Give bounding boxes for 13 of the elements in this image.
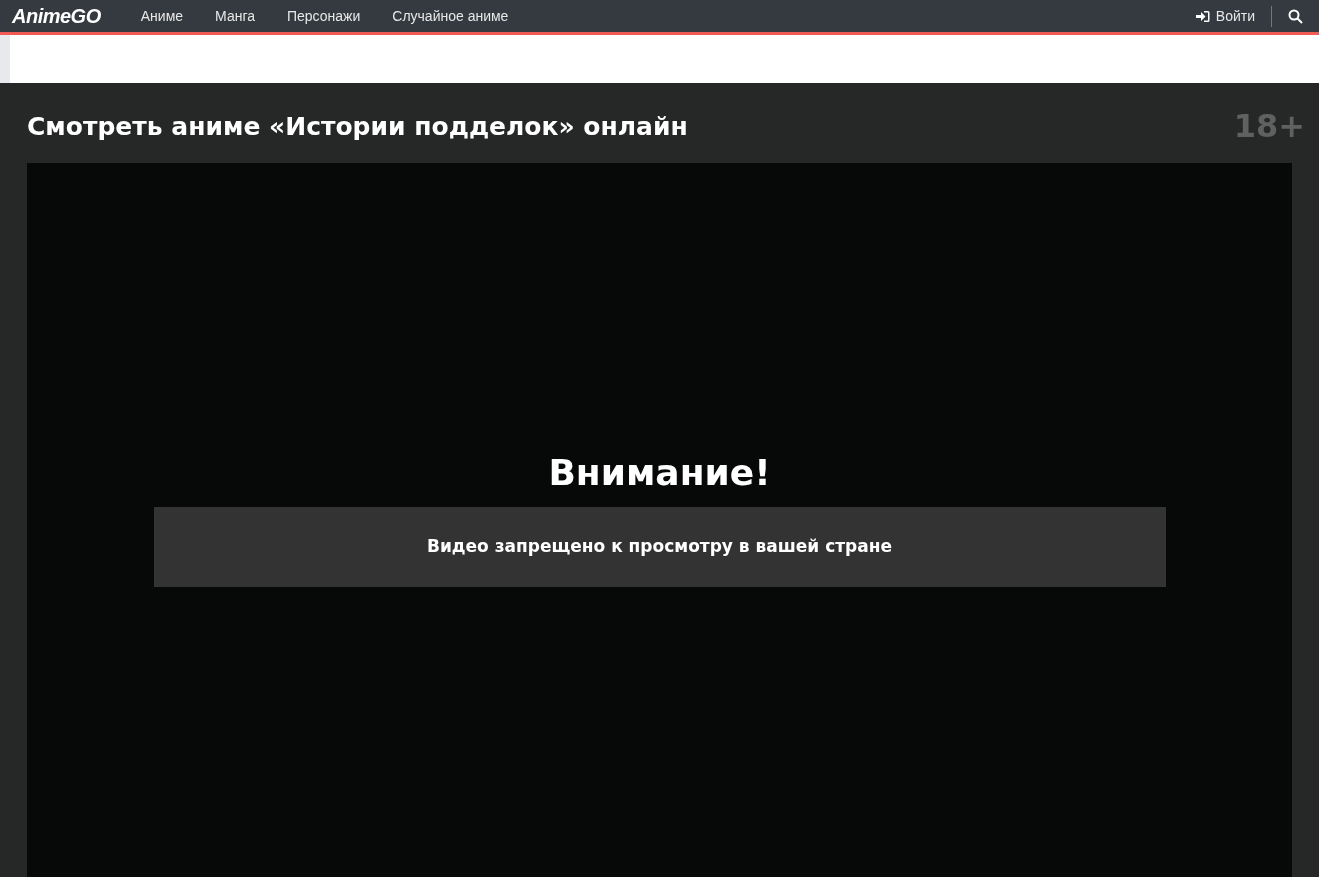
warning-heading: Внимание! [548, 455, 771, 491]
warning-message: Видео запрещено к просмотру в вашей стране [426, 535, 893, 559]
nav-link[interactable]: Аниме [140, 5, 184, 27]
age-rating: 18+ [1233, 110, 1305, 142]
site-logo[interactable]: AnimeGO [12, 1, 101, 31]
search-icon [1288, 8, 1303, 24]
search-button[interactable] [1288, 8, 1303, 24]
sign-in-icon [1195, 9, 1210, 23]
nav-link[interactable]: Персонажи [287, 5, 361, 27]
page-title: Смотреть аниме «Истории подделок» онлайн [27, 113, 688, 139]
nav-link[interactable]: Манга [215, 5, 255, 27]
nav-link[interactable]: Случайное аниме [392, 5, 509, 27]
login-link[interactable]: Войти [1195, 5, 1272, 27]
